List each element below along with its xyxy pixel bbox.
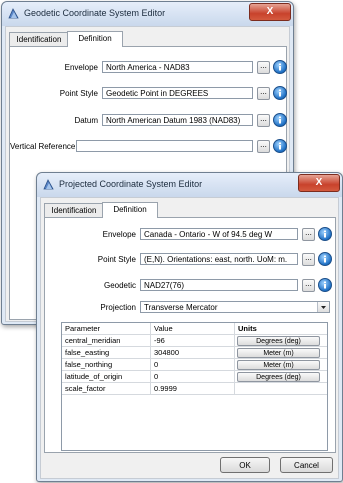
table-row[interactable]: false_easting 304800 Meter (m) bbox=[62, 347, 327, 359]
point-style-info-button[interactable] bbox=[273, 86, 287, 100]
point-style-label: Point Style bbox=[97, 255, 136, 264]
app-icon bbox=[43, 179, 54, 190]
units-button[interactable]: Degrees (deg) bbox=[237, 372, 320, 382]
vertical-reference-label: Vertical Reference bbox=[10, 142, 76, 151]
vertical-reference-browse-button[interactable]: ... bbox=[257, 140, 270, 153]
point-style-label: Point Style bbox=[59, 89, 98, 98]
parameter-cell: central_meridian bbox=[62, 335, 151, 346]
projected-editor-window: Projected Coordinate System Editor X Ide… bbox=[36, 172, 343, 482]
header-value: Value bbox=[151, 323, 235, 334]
parameter-cell: latitude_of_origin bbox=[62, 371, 151, 382]
info-icon bbox=[279, 116, 281, 124]
tab-identification[interactable]: Identification bbox=[9, 32, 69, 47]
geodetic-field[interactable]: NAD27(76) bbox=[140, 279, 298, 291]
info-icon bbox=[324, 281, 326, 289]
point-style-info-button[interactable] bbox=[318, 252, 332, 266]
window-title: Projected Coordinate System Editor bbox=[59, 179, 203, 189]
window-title: Geodetic Coordinate System Editor bbox=[24, 8, 166, 18]
tab-identification[interactable]: Identification bbox=[44, 203, 104, 218]
info-icon bbox=[279, 142, 281, 150]
cancel-button[interactable]: Cancel bbox=[280, 457, 333, 473]
units-button[interactable]: Degrees (deg) bbox=[237, 336, 320, 346]
tab-definition[interactable]: Definition bbox=[67, 31, 123, 47]
table-row[interactable]: latitude_of_origin 0 Degrees (deg) bbox=[62, 371, 327, 383]
info-icon bbox=[324, 255, 326, 263]
geodetic-titlebar[interactable]: Geodetic Coordinate System Editor X bbox=[2, 2, 293, 26]
value-cell[interactable]: 304800 bbox=[151, 347, 235, 358]
vertical-reference-info-button[interactable] bbox=[273, 139, 287, 153]
tab-definition[interactable]: Definition bbox=[102, 202, 158, 218]
envelope-browse-button[interactable]: ... bbox=[302, 228, 315, 241]
envelope-field[interactable]: Canada - Ontario - W of 94.5 deg W bbox=[140, 228, 298, 240]
geodetic-info-button[interactable] bbox=[318, 278, 332, 292]
parameter-table: Parameter Value Units central_meridian -… bbox=[61, 322, 328, 451]
point-style-field[interactable]: Geodetic Point in DEGREES bbox=[102, 87, 253, 99]
envelope-label: Envelope bbox=[102, 230, 136, 239]
units-button[interactable]: Meter (m) bbox=[237, 360, 320, 370]
table-row[interactable]: scale_factor 0.9999 bbox=[62, 383, 327, 395]
datum-info-button[interactable] bbox=[273, 113, 287, 127]
value-cell[interactable]: -96 bbox=[151, 335, 235, 346]
units-cell bbox=[235, 383, 327, 394]
info-icon bbox=[279, 89, 281, 97]
envelope-field[interactable]: North America - NAD83 bbox=[102, 61, 253, 73]
point-style-browse-button[interactable]: ... bbox=[257, 87, 270, 100]
parameter-cell: scale_factor bbox=[62, 383, 151, 394]
parameter-cell: false_easting bbox=[62, 347, 151, 358]
table-row[interactable]: central_meridian -96 Degrees (deg) bbox=[62, 335, 327, 347]
units-button[interactable]: Meter (m) bbox=[237, 348, 320, 358]
header-parameter: Parameter bbox=[62, 323, 151, 334]
value-cell[interactable]: 0.9999 bbox=[151, 383, 235, 394]
geodetic-browse-button[interactable]: ... bbox=[302, 279, 315, 292]
chevron-down-icon[interactable] bbox=[317, 302, 329, 312]
point-style-field[interactable]: (E,N). Orientations: east, north. UoM: m… bbox=[140, 253, 298, 265]
definition-panel: Envelope Canada - Ontario - W of 94.5 de… bbox=[44, 217, 336, 453]
info-icon bbox=[324, 230, 326, 238]
envelope-info-button[interactable] bbox=[318, 227, 332, 241]
projection-label: Projection bbox=[100, 303, 136, 312]
ok-button[interactable]: OK bbox=[220, 457, 270, 473]
projection-value: Transverse Mercator bbox=[144, 303, 218, 312]
envelope-browse-button[interactable]: ... bbox=[257, 61, 270, 74]
value-cell[interactable]: 0 bbox=[151, 371, 235, 382]
table-header: Parameter Value Units bbox=[62, 323, 327, 335]
projection-select[interactable]: Transverse Mercator bbox=[140, 301, 330, 313]
vertical-reference-field[interactable] bbox=[76, 140, 253, 152]
app-icon bbox=[8, 8, 19, 19]
envelope-label: Envelope bbox=[64, 63, 98, 72]
projected-client-area: Identification Definition Envelope Canad… bbox=[40, 197, 339, 479]
table-row[interactable]: false_northing 0 Meter (m) bbox=[62, 359, 327, 371]
value-cell[interactable]: 0 bbox=[151, 359, 235, 370]
envelope-info-button[interactable] bbox=[273, 60, 287, 74]
close-button[interactable]: X bbox=[298, 174, 340, 192]
close-button[interactable]: X bbox=[249, 3, 291, 21]
parameter-cell: false_northing bbox=[62, 359, 151, 370]
projected-titlebar[interactable]: Projected Coordinate System Editor X bbox=[37, 173, 342, 197]
datum-label: Datum bbox=[74, 116, 98, 125]
datum-browse-button[interactable]: ... bbox=[257, 114, 270, 127]
point-style-browse-button[interactable]: ... bbox=[302, 253, 315, 266]
info-icon bbox=[279, 63, 281, 71]
geodetic-label: Geodetic bbox=[103, 281, 136, 290]
header-units: Units bbox=[238, 324, 257, 333]
datum-field[interactable]: North American Datum 1983 (NAD83) bbox=[102, 114, 253, 126]
